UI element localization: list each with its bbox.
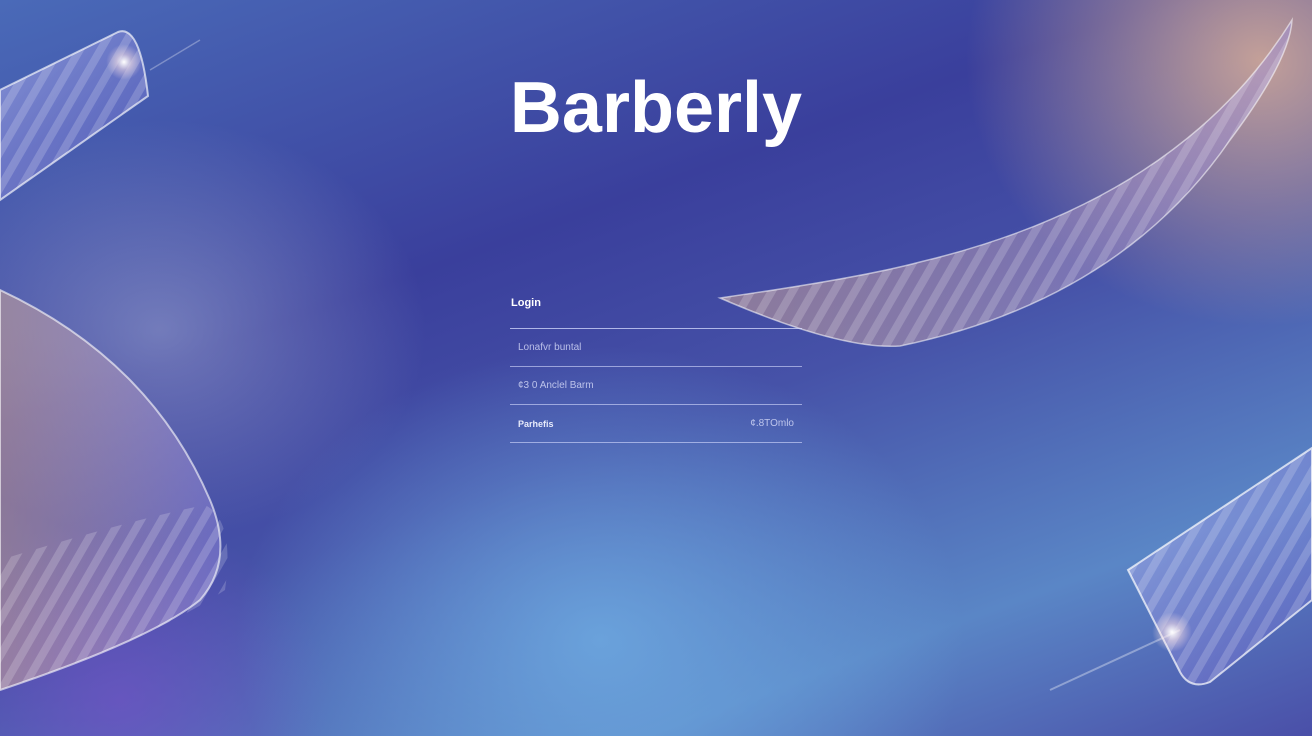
field-username-text: Lonafvr buntal — [518, 342, 582, 353]
login-field-username[interactable]: Lonafvr buntal — [510, 329, 802, 367]
glass-bar-bottom-right — [1126, 446, 1312, 686]
field-password-text: ¢3 0 Anclel Barm — [518, 380, 594, 391]
login-field-password[interactable]: ¢3 0 Anclel Barm — [510, 367, 802, 405]
login-field-options[interactable]: Parhefis ¢.8TOmlo — [510, 405, 802, 443]
sparkle-bottom-right — [1152, 612, 1192, 652]
login-form: Login Lonafvr buntal ¢3 0 Anclel Barm Pa… — [510, 290, 802, 443]
brand-logo-text: Barberly — [509, 68, 803, 148]
glass-curve-left — [0, 288, 228, 692]
field-options-left-text: Parhefis — [518, 418, 554, 429]
field-options-right-text[interactable]: ¢.8TOmlo — [750, 418, 794, 429]
login-heading: Login — [510, 290, 802, 329]
light-streak — [149, 39, 201, 71]
